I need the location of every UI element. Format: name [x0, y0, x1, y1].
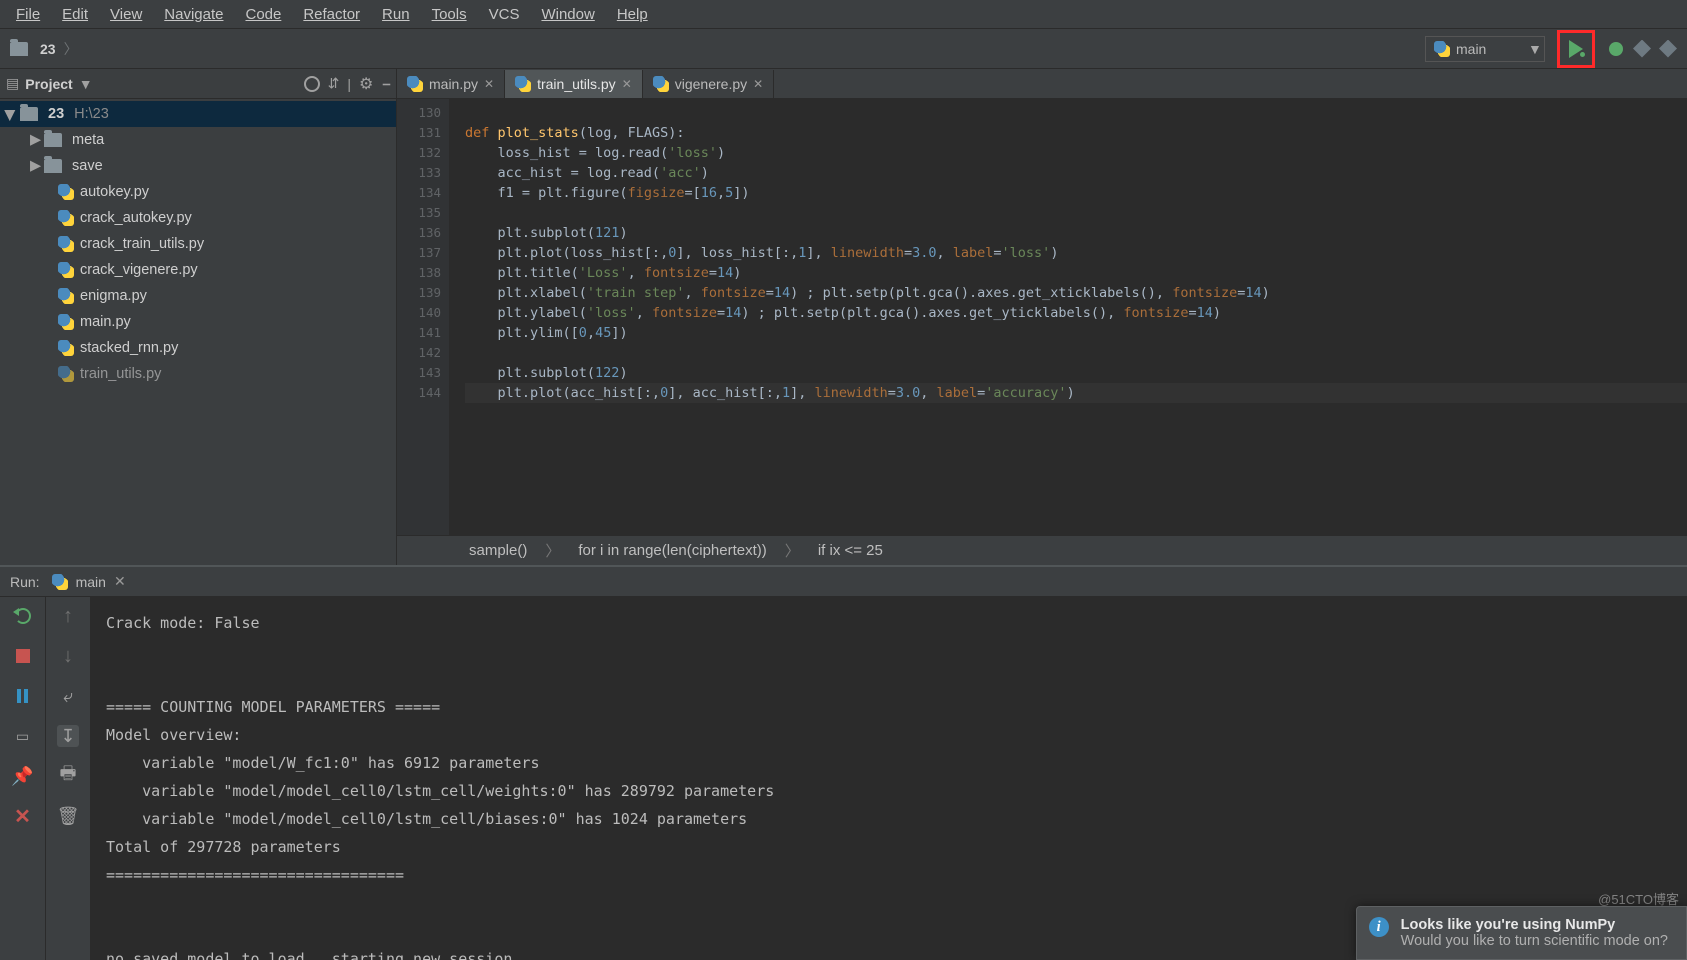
debug-icon[interactable]	[1607, 40, 1625, 58]
tree-file[interactable]: crack_train_utils.py	[0, 231, 396, 257]
gear-icon[interactable]	[359, 76, 375, 92]
tab-vigenere[interactable]: vigenere.py ✕	[643, 70, 774, 98]
structure-breadcrumb[interactable]: sample()〉 for i in range(len(ciphertext)…	[397, 535, 1687, 565]
menu-file[interactable]: File	[8, 4, 48, 25]
run-button-highlight	[1557, 30, 1595, 68]
run-title: Run:	[10, 574, 40, 590]
menu-refactor[interactable]: Refactor	[295, 4, 368, 25]
menu-window[interactable]: Window	[533, 4, 602, 25]
python-icon	[58, 184, 74, 200]
menu-view[interactable]: View	[102, 4, 150, 25]
run-tab-name[interactable]: main	[76, 574, 106, 590]
close-icon[interactable]: ✕	[484, 77, 494, 91]
code-editor[interactable]: 130 131 132 133 134 135 136 137 138 139 …	[397, 99, 1687, 535]
menu-vcs[interactable]: VCS	[481, 4, 528, 25]
python-icon	[515, 76, 531, 92]
pin-button[interactable]: 📌	[12, 765, 34, 787]
tree-file[interactable]: train_utils.py	[0, 361, 396, 387]
clear-button[interactable]: 🗑	[57, 805, 79, 827]
menu-edit[interactable]: Edit	[54, 4, 96, 25]
python-icon	[1434, 41, 1450, 57]
locate-icon[interactable]	[304, 76, 320, 92]
crumb[interactable]: for i in range(len(ciphertext))	[578, 542, 766, 559]
tree-file[interactable]: main.py	[0, 309, 396, 335]
menu-code[interactable]: Code	[237, 4, 289, 25]
breadcrumb-root[interactable]: 23	[40, 41, 56, 57]
menu-navigate[interactable]: Navigate	[156, 4, 231, 25]
close-run-button[interactable]: ✕	[12, 805, 34, 827]
play-icon[interactable]	[1569, 40, 1583, 58]
up-button[interactable]: ↑	[57, 605, 79, 627]
notification-body: Would you like to turn scientific mode o…	[1401, 933, 1668, 949]
close-icon[interactable]: ✕	[753, 77, 763, 91]
run-config-selector[interactable]: main ▼	[1425, 36, 1545, 62]
python-icon	[58, 340, 74, 356]
python-icon	[407, 76, 423, 92]
menu-tools[interactable]: Tools	[424, 4, 475, 25]
layout-button[interactable]: ▭	[12, 725, 34, 747]
close-icon[interactable]: ✕	[114, 573, 126, 590]
notification-title: Looks like you're using NumPy	[1401, 917, 1668, 933]
chevron-down-icon: ▼	[1528, 41, 1536, 57]
project-tree[interactable]: ▶ 23 H:\23 ▶ meta ▶ save autokey.py crac…	[0, 99, 396, 565]
run-config-name: main	[1456, 41, 1486, 57]
tree-file[interactable]: stacked_rnn.py	[0, 335, 396, 361]
project-tool-title: Project	[25, 76, 72, 92]
pause-button[interactable]	[12, 685, 34, 707]
code-area[interactable]: def plot_stats(log, FLAGS): loss_hist = …	[449, 99, 1687, 535]
tab-main[interactable]: main.py ✕	[397, 70, 505, 98]
stop-button[interactable]	[12, 645, 34, 667]
crumb[interactable]: sample()	[469, 542, 527, 559]
run-tool-window: Run: main ✕ ▭ 📌 ✕ ↑ ↓ ⤶ ↧ 🖶 🗑 Crack mode…	[0, 565, 1687, 960]
tree-file[interactable]: autokey.py	[0, 179, 396, 205]
python-icon	[58, 314, 74, 330]
hide-icon[interactable]: ⎯	[383, 75, 390, 92]
run-controls-column: ▭ 📌 ✕	[0, 597, 45, 960]
folder-icon	[10, 42, 28, 56]
menu-help[interactable]: Help	[609, 4, 656, 25]
down-button[interactable]: ↓	[57, 645, 79, 667]
navigation-bar: 23 〉 main ▼	[0, 29, 1687, 69]
python-icon	[58, 236, 74, 252]
info-icon: i	[1369, 917, 1389, 937]
python-icon	[58, 288, 74, 304]
tree-root[interactable]: ▶ 23 H:\23	[0, 101, 396, 127]
tab-train-utils[interactable]: train_utils.py ✕	[505, 70, 643, 98]
console-controls-column: ↑ ↓ ⤶ ↧ 🖶 🗑	[45, 597, 90, 960]
tree-folder[interactable]: ▶ save	[0, 153, 396, 179]
tree-file[interactable]: crack_autokey.py	[0, 205, 396, 231]
rerun-button[interactable]	[12, 605, 34, 627]
expand-icon[interactable]: ⇵	[328, 75, 340, 92]
notification-popup[interactable]: i Looks like you're using NumPy Would yo…	[1356, 906, 1687, 960]
run-with-coverage-icon[interactable]	[1633, 40, 1651, 58]
menu-run[interactable]: Run	[374, 4, 418, 25]
print-button[interactable]: 🖶	[57, 765, 79, 787]
close-icon[interactable]: ✕	[622, 77, 632, 91]
run-header: Run: main ✕	[0, 567, 1687, 597]
editor-area: main.py ✕ train_utils.py ✕ vigenere.py ✕…	[397, 69, 1687, 565]
project-tool-window: ▤ Project ▼ ⇵ | ⎯ ▶ 23 H:\23 ▶ meta	[0, 69, 397, 565]
soft-wrap-button[interactable]: ⤶	[57, 685, 79, 707]
menu-bar: File Edit View Navigate Code Refactor Ru…	[0, 0, 1687, 29]
tree-folder[interactable]: ▶ meta	[0, 127, 396, 153]
folder-icon	[20, 107, 38, 121]
python-icon	[52, 574, 68, 590]
python-icon	[58, 210, 74, 226]
crumb[interactable]: if ix <= 25	[818, 542, 883, 559]
folder-icon	[44, 159, 62, 173]
python-icon	[58, 366, 74, 382]
tree-file[interactable]: enigma.py	[0, 283, 396, 309]
editor-tabs: main.py ✕ train_utils.py ✕ vigenere.py ✕	[397, 69, 1687, 99]
tree-file[interactable]: crack_vigenere.py	[0, 257, 396, 283]
folder-icon	[44, 133, 62, 147]
profile-icon[interactable]	[1659, 40, 1677, 58]
python-icon	[58, 262, 74, 278]
gutter: 130 131 132 133 134 135 136 137 138 139 …	[397, 99, 449, 535]
scroll-to-end-button[interactable]: ↧	[57, 725, 79, 747]
python-icon	[653, 76, 669, 92]
